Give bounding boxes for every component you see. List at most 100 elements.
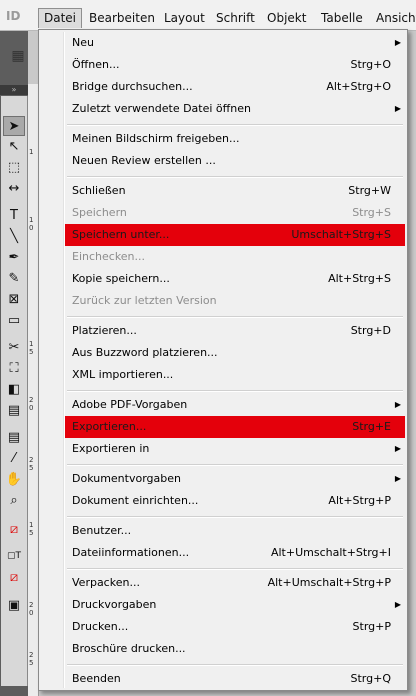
menu-item-drucken[interactable]: Drucken... Strg+P (65, 616, 405, 638)
menu-item-review-erstellen[interactable]: Neuen Review erstellen ... (65, 150, 405, 172)
menu-item-bildschirm-freigeben[interactable]: Meinen Bildschirm freigeben... (65, 128, 405, 150)
rectangle-frame-tool-icon[interactable]: ⊠ (3, 290, 25, 310)
menu-item-label: Meinen Bildschirm freigeben... (72, 132, 240, 145)
selection-tool-icon[interactable]: ➤ (3, 116, 25, 136)
gradient-swatch-tool-icon[interactable]: ◧ (3, 380, 25, 400)
gap-tool-icon[interactable]: ↔ (3, 179, 25, 199)
menu-item-shortcut: Strg+P (352, 620, 391, 633)
menu-item-oeffnen[interactable]: Öffnen... Strg+O (65, 54, 405, 76)
menu-item-label: Benutzer... (72, 524, 132, 537)
formatting-affects-icon[interactable]: ▢T (3, 546, 25, 566)
menu-item-label: Bridge durchsuchen... (72, 80, 193, 93)
menu-item-xml-importieren[interactable]: XML importieren... (65, 364, 405, 386)
gradient-feather-tool-icon[interactable]: ▤ (3, 401, 25, 421)
menu-item-zuletzt-verwendet[interactable]: Zuletzt verwendete Datei öffnen ▶ (65, 98, 405, 120)
menu-item-shortcut: Alt+Strg+O (326, 80, 391, 93)
menu-item-speichern[interactable]: Speichern Strg+S (65, 202, 405, 224)
menu-item-neu[interactable]: Neu ▶ (65, 32, 405, 54)
screen-mode-icon[interactable]: ▣ (3, 596, 25, 616)
menu-item-shortcut: Alt+Strg+P (328, 494, 391, 507)
menu-item-label: Zuletzt verwendete Datei öffnen (72, 102, 251, 115)
menu-item-bridge-durchsuchen[interactable]: Bridge durchsuchen... Alt+Strg+O (65, 76, 405, 98)
menu-item-exportieren[interactable]: Exportieren... Strg+E (65, 416, 405, 438)
menu-item-label: Schließen (72, 184, 126, 197)
submenu-arrow-icon: ▶ (394, 38, 401, 47)
submenu-arrow-icon: ▶ (394, 104, 401, 113)
menu-item-label: Dokumentvorgaben (72, 472, 181, 485)
reference-point-icon[interactable]: ▦ (8, 46, 28, 66)
page-tool-icon[interactable]: ⬚ (3, 158, 25, 178)
menu-item-label: Verpacken... (72, 576, 140, 589)
menu-item-label: Speichern unter... (72, 228, 170, 241)
menu-item-exportieren-in[interactable]: Exportieren in ▶ (65, 438, 405, 460)
menu-item-label: Zurück zur letzten Version (72, 294, 217, 307)
menu-tabelle[interactable]: Tabelle (316, 8, 368, 28)
menu-item-dokument-einrichten[interactable]: Dokument einrichten... Alt+Strg+P (65, 490, 405, 512)
free-transform-tool-icon[interactable]: ⛶ (3, 359, 25, 379)
menu-item-label: Drucken... (72, 620, 129, 633)
menu-schrift[interactable]: Schrift (211, 8, 260, 28)
menu-item-label: Kopie speichern... (72, 272, 170, 285)
menu-item-druckvorgaben[interactable]: Druckvorgaben ▶ (65, 594, 405, 616)
menu-item-broschuere-drucken[interactable]: Broschüre drucken... (65, 638, 405, 660)
datei-dropdown-menu: Neu ▶ Öffnen... Strg+O Bridge durchsuche… (38, 29, 408, 691)
menu-item-shortcut: Strg+Q (350, 672, 391, 685)
ruler-number: 15 (29, 521, 34, 537)
panel-grip-icon[interactable]: » (0, 85, 28, 95)
ruler-number: 20 (29, 601, 34, 617)
menu-item-einchecken[interactable]: Einchecken... (65, 246, 405, 268)
menu-item-shortcut: Umschalt+Strg+S (291, 228, 391, 241)
menu-item-schliessen[interactable]: Schließen Strg+W (65, 180, 405, 202)
menu-item-label: Einchecken... (72, 250, 146, 263)
scissors-tool-icon[interactable]: ✂ (3, 338, 25, 358)
fill-stroke-icon[interactable]: ⧄ (3, 520, 25, 540)
line-tool-icon[interactable]: ╲ (3, 227, 25, 247)
menu-bearbeiten[interactable]: Bearbeiten (84, 8, 160, 28)
menu-item-beenden[interactable]: Beenden Strg+Q (65, 668, 405, 690)
pen-tool-icon[interactable]: ✒ (3, 248, 25, 268)
menu-item-label: Öffnen... (72, 58, 120, 71)
ruler-number: 15 (29, 340, 34, 356)
tools-panel: ➤ ↖ ⬚ ↔ T ╲ ✒ ✎ ⊠ ▭ ✂ ⛶ ◧ ▤ ▤ ⁄ ✋ ⌕ ⧄ ▢T… (1, 96, 28, 686)
menu-objekt[interactable]: Objekt (262, 8, 311, 28)
menu-item-dokumentvorgaben[interactable]: Dokumentvorgaben ▶ (65, 468, 405, 490)
menu-item-label: Exportieren... (72, 420, 147, 433)
pencil-tool-icon[interactable]: ✎ (3, 269, 25, 289)
submenu-arrow-icon: ▶ (394, 444, 401, 453)
menu-separator (67, 390, 403, 392)
menu-item-shortcut: Alt+Umschalt+Strg+I (270, 546, 391, 559)
menu-separator (67, 664, 403, 666)
menu-separator (67, 464, 403, 466)
menu-item-benutzer[interactable]: Benutzer... (65, 520, 405, 542)
menu-item-verpacken[interactable]: Verpacken... Alt+Umschalt+Strg+P (65, 572, 405, 594)
menu-item-shortcut: Strg+S (352, 206, 391, 219)
direct-selection-tool-icon[interactable]: ↖ (3, 137, 25, 157)
rectangle-tool-icon[interactable]: ▭ (3, 311, 25, 331)
ruler-number: 10 (29, 216, 34, 232)
menu-separator (67, 124, 403, 126)
type-tool-icon[interactable]: T (3, 206, 25, 226)
menu-item-shortcut: Alt+Umschalt+Strg+P (267, 576, 391, 589)
menu-item-label: Exportieren in (72, 442, 150, 455)
menu-item-label: Neuen Review erstellen ... (72, 154, 216, 167)
ruler-number: 25 (29, 651, 34, 667)
view-mode-icon[interactable]: ⧄ (3, 568, 25, 588)
menu-item-buzzword-platzieren[interactable]: Aus Buzzword platzieren... (65, 342, 405, 364)
menu-item-speichern-unter[interactable]: Speichern unter... Umschalt+Strg+S (65, 224, 405, 246)
menu-datei[interactable]: Datei (38, 8, 83, 28)
eyedropper-tool-icon[interactable]: ⁄ (3, 449, 25, 469)
menu-item-pdf-vorgaben[interactable]: Adobe PDF-Vorgaben ▶ (65, 394, 405, 416)
menu-item-dateiinformationen[interactable]: Dateiinformationen... Alt+Umschalt+Strg+… (65, 542, 405, 564)
menu-ansicht[interactable]: Ansicht (371, 8, 416, 28)
menu-item-kopie-speichern[interactable]: Kopie speichern... Alt+Strg+S (65, 268, 405, 290)
hand-tool-icon[interactable]: ✋ (3, 470, 25, 490)
note-tool-icon[interactable]: ▤ (3, 428, 25, 448)
menu-item-zurueck-letzte-version[interactable]: Zurück zur letzten Version (65, 290, 405, 312)
menu-item-platzieren[interactable]: Platzieren... Strg+D (65, 320, 405, 342)
menu-separator (67, 316, 403, 318)
menu-item-shortcut: Strg+D (350, 324, 391, 337)
zoom-tool-icon[interactable]: ⌕ (3, 491, 25, 511)
submenu-arrow-icon: ▶ (394, 474, 401, 483)
menu-layout[interactable]: Layout (159, 8, 210, 28)
menu-separator (67, 568, 403, 570)
